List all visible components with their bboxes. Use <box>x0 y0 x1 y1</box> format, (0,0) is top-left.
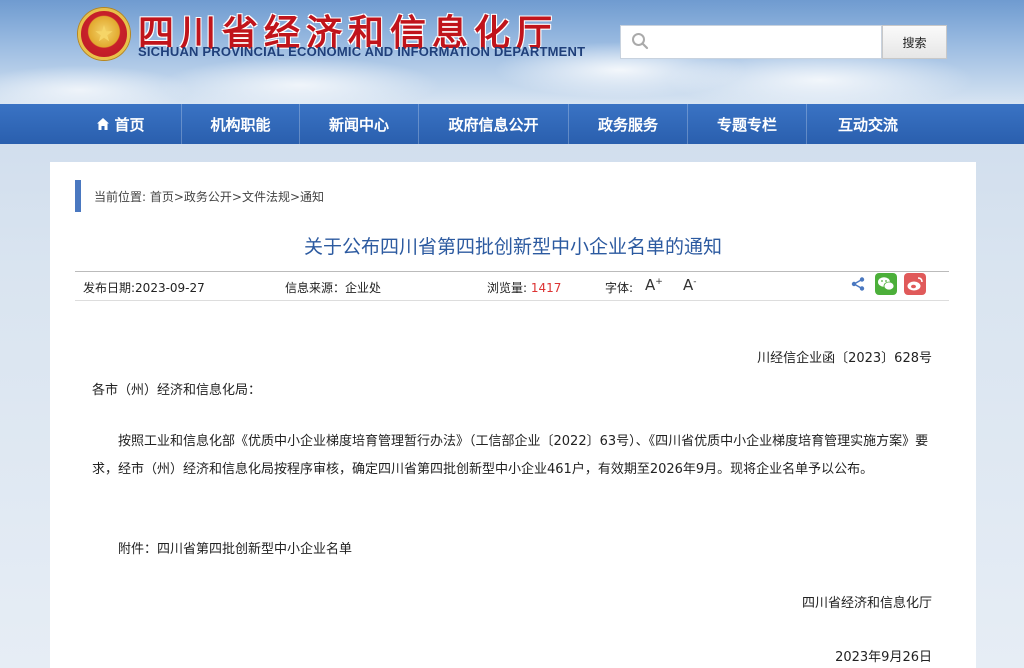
addressee: 各市（州）经济和信息化局： <box>92 383 262 398</box>
nav-item-news[interactable]: 新闻中心 <box>300 104 419 144</box>
home-icon <box>97 118 110 130</box>
nav-item-organization[interactable]: 机构职能 <box>182 104 300 144</box>
wechat-share-icon[interactable] <box>875 273 897 295</box>
font-decrease-sign: - <box>693 277 697 287</box>
view-count-label: 浏览量: <box>487 281 528 295</box>
sign-date: 2023年9月26日 <box>835 650 932 665</box>
nav-item-topics[interactable]: 专题专栏 <box>688 104 807 144</box>
signature: 四川省经济和信息化厅 <box>801 596 932 611</box>
wechat-glyph-icon <box>878 277 895 291</box>
nav-item-label: 政府信息公开 <box>448 115 539 134</box>
nav-item-label: 政务服务 <box>597 115 658 134</box>
view-count: 浏览量: 1417 <box>487 279 561 296</box>
attachment-link[interactable]: 附件：四川省第四批创新型中小企业名单 <box>118 538 352 557</box>
nav-item-home[interactable]: 首页 <box>60 104 182 144</box>
nav-item-label: 互动交流 <box>837 115 898 134</box>
font-increase-letter: A <box>645 276 656 294</box>
nav-item-label: 机构职能 <box>210 115 271 134</box>
article-container: 当前位置: 首页>政务公开>文件法规>通知 关于公布四川省第四批创新型中小企业名… <box>50 162 976 668</box>
search-icon <box>632 33 649 50</box>
search-box <box>620 25 882 59</box>
weibo-share-icon[interactable] <box>904 273 926 295</box>
site-subtitle: SICHUAN PROVINCIAL ECONOMIC AND INFORMAT… <box>138 44 586 59</box>
article-meta: 发布日期:2023-09-27 信息来源：企业处 浏览量: 1417 字体: A… <box>75 271 949 301</box>
share-icon[interactable] <box>850 276 866 292</box>
site-header: 四川省经济和信息化厅 SICHUAN PROVINCIAL ECONOMIC A… <box>0 0 1024 104</box>
nav-item-interaction[interactable]: 互动交流 <box>807 104 929 144</box>
font-decrease-button[interactable]: A- <box>683 276 697 294</box>
nav-item-services[interactable]: 政务服务 <box>569 104 688 144</box>
nav-item-label: 新闻中心 <box>328 115 389 134</box>
view-count-value: 1417 <box>530 281 562 295</box>
font-size-label: 字体: <box>605 281 634 295</box>
nav-item-label: 专题专栏 <box>716 115 777 134</box>
font-increase-button[interactable]: A+ <box>645 276 663 294</box>
page-title: 关于公布四川省第四批创新型中小企业名单的通知 <box>303 236 722 258</box>
nav-item-gov-info[interactable]: 政府信息公开 <box>419 104 569 144</box>
main-nav: 首页 机构职能 新闻中心 政府信息公开 政务服务 专题专栏 互动交流 <box>0 104 1024 144</box>
document-number: 川经信企业函〔2023〕628号 <box>757 351 932 366</box>
breadcrumb: 当前位置: 首页>政务公开>文件法规>通知 <box>94 190 325 204</box>
weibo-glyph-icon <box>907 277 923 291</box>
publish-date: 发布日期:2023-09-27 <box>83 281 205 295</box>
national-emblem-icon <box>78 8 130 60</box>
breadcrumb-marker <box>75 180 81 212</box>
nav-item-label: 首页 <box>114 115 145 134</box>
info-source: 信息来源：企业处 <box>285 281 382 295</box>
article-body: 按照工业和信息化部《优质中小企业梯度培育管理暂行办法》（工信部企业〔2022〕6… <box>92 434 929 477</box>
search-button[interactable]: 搜索 <box>882 25 947 59</box>
font-increase-sign: + <box>655 277 663 287</box>
search-input[interactable] <box>657 30 877 54</box>
font-decrease-letter: A <box>683 276 694 294</box>
